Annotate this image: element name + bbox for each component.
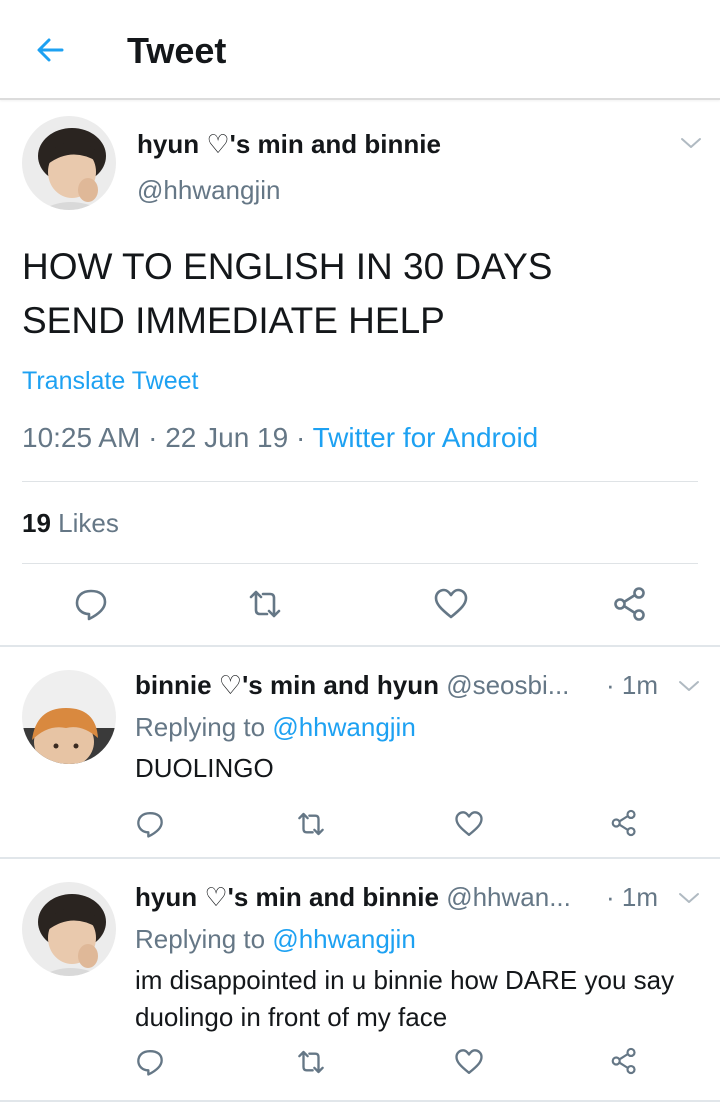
tweet-action-bar <box>0 586 720 626</box>
like-icon[interactable] <box>454 809 484 839</box>
divider <box>0 645 720 647</box>
translate-tweet-link[interactable]: Translate Tweet <box>22 367 198 396</box>
retweet-icon[interactable] <box>296 809 326 839</box>
share-icon[interactable] <box>610 809 638 837</box>
replying-to-handle[interactable]: @hhwangjin <box>272 924 415 954</box>
top-app-bar: Tweet <box>0 0 720 100</box>
tweet-text: HOW TO ENGLISH IN 30 DAYS SEND IMMEDIATE… <box>22 240 702 348</box>
tweet-text-line: SEND IMMEDIATE HELP <box>22 300 445 341</box>
chevron-down-icon[interactable] <box>678 891 700 905</box>
retweet-icon[interactable] <box>296 1047 326 1077</box>
likes-label: Likes <box>58 508 119 538</box>
share-icon[interactable] <box>610 1047 638 1075</box>
replying-to-label: Replying to <box>135 924 266 954</box>
chevron-down-icon[interactable] <box>678 679 700 693</box>
replying-to-handle[interactable]: @hhwangjin <box>272 712 415 742</box>
reply-handle[interactable]: @hhwan... <box>446 882 571 912</box>
meta-separator: · <box>140 422 166 453</box>
reply-icon[interactable] <box>73 586 109 622</box>
avatar[interactable] <box>22 116 116 210</box>
page-title: Tweet <box>127 30 227 71</box>
likes-count-link[interactable]: 19 Likes <box>22 508 119 539</box>
replying-to-label: Replying to <box>135 712 266 742</box>
reply-display-name[interactable]: hyun ♡'s min and binnie <box>135 882 439 912</box>
arrow-left-icon[interactable] <box>34 34 66 66</box>
retweet-icon[interactable] <box>247 586 283 622</box>
divider <box>22 481 698 482</box>
reply-action-bar <box>0 1047 720 1087</box>
reply-icon[interactable] <box>135 809 165 839</box>
meta-separator: · <box>288 422 313 453</box>
like-icon[interactable] <box>433 586 469 622</box>
share-icon[interactable] <box>612 586 648 622</box>
tweet-text-line: HOW TO ENGLISH IN 30 DAYS <box>22 246 553 287</box>
author-display-name[interactable]: hyun ♡'s min and binnie <box>137 129 441 160</box>
reply-icon[interactable] <box>135 1047 165 1077</box>
like-icon[interactable] <box>454 1047 484 1077</box>
tweet-meta: 10:25 AM · 22 Jun 19 · Twitter for Andro… <box>22 422 538 454</box>
reply-timestamp[interactable]: · 1m <box>602 882 658 913</box>
reply-text: im disappointed in u binnie how DARE you… <box>135 965 675 1032</box>
divider <box>0 1100 720 1102</box>
reply-text: DUOLINGO <box>135 753 274 783</box>
reply-action-bar <box>0 809 720 849</box>
tweet-date: 22 Jun 19 <box>165 422 289 453</box>
avatar[interactable] <box>22 670 116 764</box>
likes-count: 19 <box>22 508 51 538</box>
divider <box>0 857 720 859</box>
replying-to: Replying to @hhwangjin <box>135 712 416 743</box>
reply-display-name[interactable]: binnie ♡'s min and hyun <box>135 670 439 700</box>
divider <box>22 563 698 564</box>
avatar[interactable] <box>22 882 116 976</box>
replying-to: Replying to @hhwangjin <box>135 924 416 955</box>
tweet-source-link[interactable]: Twitter for Android <box>313 422 539 453</box>
chevron-down-icon[interactable] <box>680 136 702 150</box>
reply-timestamp[interactable]: · 1m <box>602 670 658 701</box>
tweet-time: 10:25 AM <box>22 422 141 453</box>
reply-handle[interactable]: @seosbi... <box>446 670 569 700</box>
author-handle[interactable]: @hhwangjin <box>137 175 280 206</box>
